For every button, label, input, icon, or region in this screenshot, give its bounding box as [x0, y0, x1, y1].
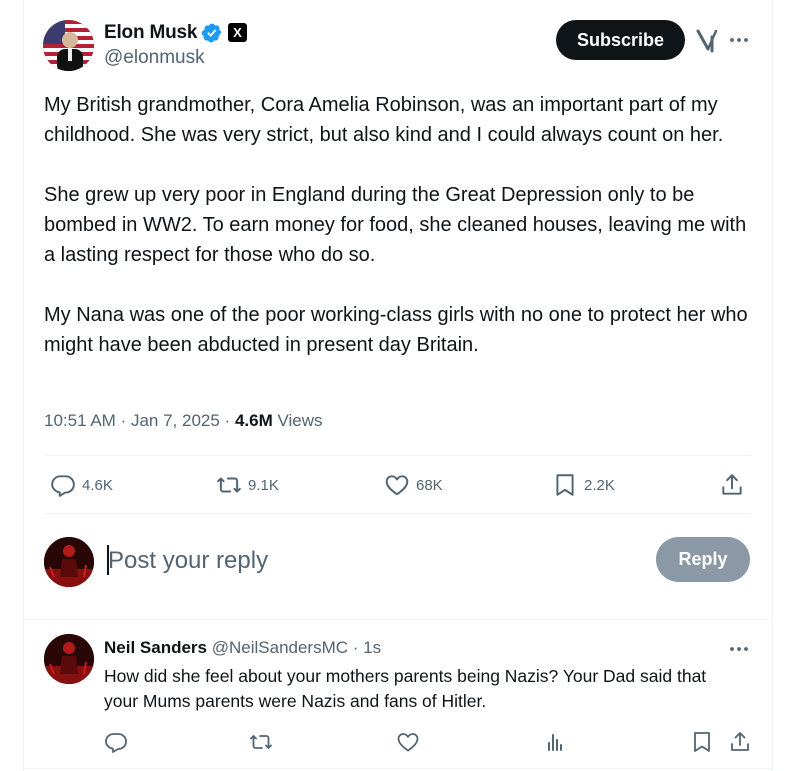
like-count: 68K: [416, 476, 443, 494]
text-caret: [107, 545, 109, 575]
post-paragraph: My British grandmother, Cora Amelia Robi…: [44, 94, 724, 146]
author-handle[interactable]: @elonmusk: [104, 47, 205, 69]
divider: [23, 768, 773, 769]
more-icon[interactable]: [727, 637, 751, 661]
reply-icon: [51, 475, 75, 497]
bookmark-icon[interactable]: [690, 730, 714, 754]
more-icon[interactable]: [727, 28, 751, 52]
author-name[interactable]: Elon Musk: [104, 22, 197, 44]
reply-author-name[interactable]: Neil Sanders: [104, 638, 207, 657]
reply-header: Neil Sanders @NeilSandersMC · 1s: [104, 638, 382, 657]
share-icon[interactable]: [728, 730, 752, 754]
post-meta: 10:51 AM · Jan 7, 2025 · 4.6M Views: [44, 411, 323, 430]
divider: [44, 513, 751, 514]
like-icon[interactable]: [396, 730, 420, 754]
like-icon: [385, 475, 409, 496]
views-count: 4.6M: [234, 411, 273, 430]
bookmark-icon: [556, 474, 574, 496]
like-action[interactable]: 68K: [384, 470, 443, 500]
post-time[interactable]: 10:51 AM: [44, 411, 116, 430]
author-avatar[interactable]: [43, 20, 94, 71]
divider: [23, 619, 773, 620]
subscribe-button[interactable]: Subscribe: [556, 20, 685, 60]
repost-icon[interactable]: [249, 730, 273, 754]
post-paragraph: My Nana was one of the poor working-clas…: [44, 304, 748, 356]
reply-count: 4.6K: [82, 476, 113, 494]
analytics-icon[interactable]: [543, 730, 567, 754]
reply-time[interactable]: 1s: [363, 638, 381, 657]
reply-action[interactable]: 4.6K: [50, 470, 113, 500]
repost-icon: [217, 477, 241, 493]
reply-author-avatar[interactable]: [44, 634, 94, 684]
verified-badge-icon: [201, 23, 222, 43]
bookmark-count: 2.2K: [584, 476, 615, 494]
grok-icon[interactable]: [695, 27, 719, 53]
reply-author-handle[interactable]: @NeilSandersMC: [212, 638, 348, 657]
reply-icon[interactable]: [104, 730, 128, 754]
share-icon: [722, 474, 742, 495]
repost-count: 9.1K: [248, 476, 279, 494]
views-label: Views: [277, 411, 323, 430]
repost-action[interactable]: 9.1K: [216, 470, 279, 500]
user-avatar[interactable]: [44, 537, 94, 587]
post-date[interactable]: Jan 7, 2025: [131, 411, 220, 430]
divider: [44, 455, 751, 456]
post-text: My British grandmother, Cora Amelia Robi…: [44, 90, 756, 390]
reply-text: How did she feel about your mothers pare…: [104, 666, 707, 711]
x-logo-icon: X: [228, 23, 247, 42]
bookmark-action[interactable]: 2.2K: [552, 470, 615, 500]
reply-button[interactable]: Reply: [656, 537, 750, 582]
reply-input[interactable]: [108, 544, 628, 578]
share-action[interactable]: [719, 470, 745, 500]
post-paragraph: She grew up very poor in England during …: [44, 184, 747, 266]
